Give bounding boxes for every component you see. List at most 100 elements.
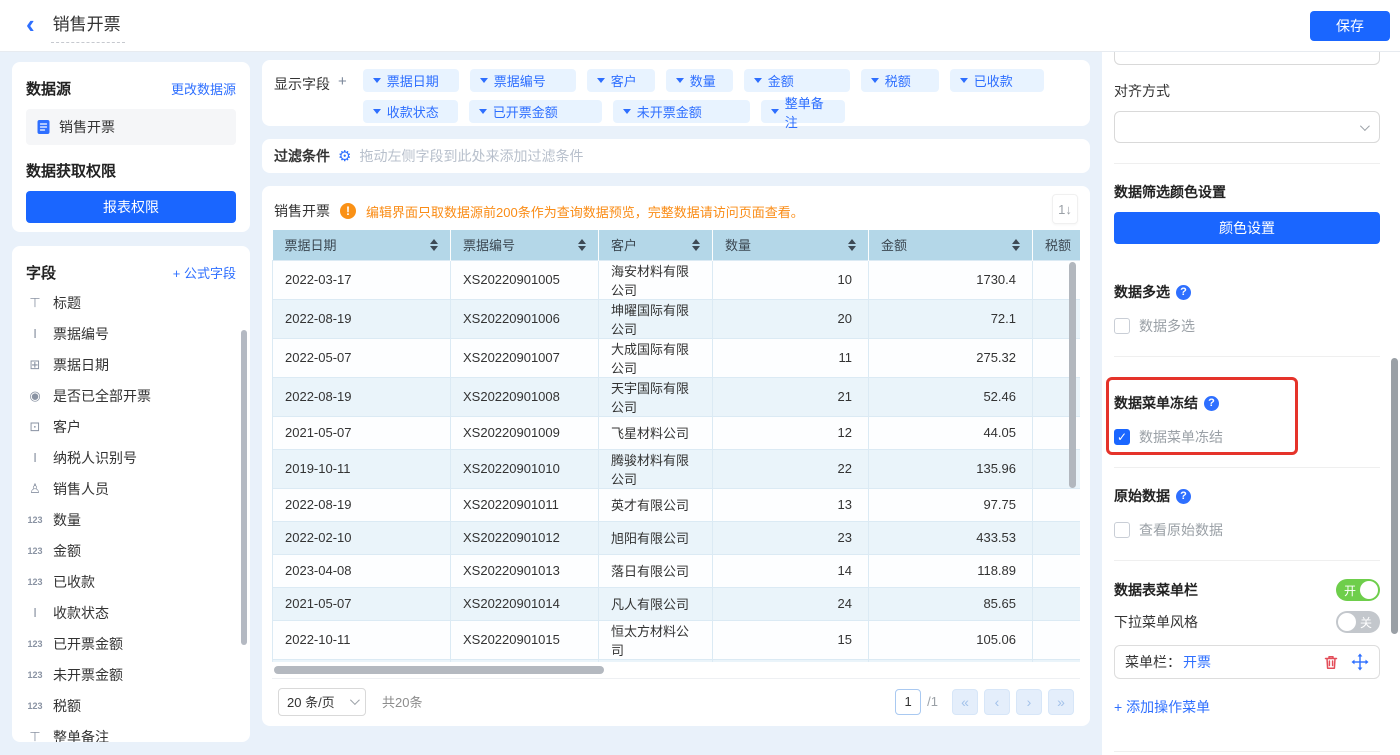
fields-scrollbar[interactable] bbox=[241, 330, 247, 645]
display-field-chip[interactable]: 数量 bbox=[666, 69, 733, 92]
multi-select-checkbox[interactable] bbox=[1114, 318, 1130, 334]
display-field-chip[interactable]: 整单备注 bbox=[761, 100, 845, 123]
field-item[interactable]: ⊞票据日期 bbox=[26, 349, 236, 380]
table-row[interactable]: 2019-10-11XS20220901010腾骏材料有限公司22135.96 bbox=[273, 449, 1081, 488]
last-page-button[interactable]: » bbox=[1048, 689, 1074, 715]
report-permission-button[interactable]: 报表权限 bbox=[26, 191, 236, 223]
first-page-button[interactable]: « bbox=[952, 689, 978, 715]
help-icon[interactable]: ? bbox=[1204, 396, 1219, 411]
sort-arrows-icon[interactable] bbox=[692, 239, 700, 251]
trash-icon[interactable] bbox=[1323, 654, 1339, 671]
table-cell bbox=[1033, 554, 1081, 587]
display-field-chip[interactable]: 税额 bbox=[861, 69, 939, 92]
color-settings-button[interactable]: 颜色设置 bbox=[1114, 212, 1380, 244]
table-row[interactable]: 2022-08-19XS20220901016新昌环保公司255909.63 bbox=[273, 659, 1081, 662]
dropdown-style-toggle[interactable]: 关 bbox=[1336, 611, 1380, 633]
add-action-menu-link[interactable]: + 添加操作菜单 bbox=[1114, 697, 1380, 717]
add-formula-field-link[interactable]: + 公式字段 bbox=[173, 263, 236, 282]
current-page-input[interactable]: 1 bbox=[895, 689, 921, 715]
sort-arrows-icon[interactable] bbox=[578, 239, 586, 251]
panel-scrollbar[interactable] bbox=[1391, 358, 1398, 634]
menubar-item[interactable]: 菜单栏： 开票 bbox=[1114, 645, 1380, 679]
display-field-chip-label: 未开票金额 bbox=[637, 102, 702, 121]
menu-freeze-section: 数据菜单冻结 ? ✓ 数据菜单冻结 bbox=[1114, 377, 1380, 447]
sort-arrows-icon[interactable] bbox=[430, 239, 438, 251]
save-button[interactable]: 保存 bbox=[1310, 11, 1390, 41]
raw-data-checkbox-row[interactable]: 查看原始数据 bbox=[1114, 520, 1380, 540]
display-field-chip[interactable]: 未开票金额 bbox=[613, 100, 750, 123]
table-row[interactable]: 2022-08-19XS20220901006坤曜国际有限公司2072.1 bbox=[273, 299, 1081, 338]
table-row[interactable]: 2022-05-07XS20220901007大成国际有限公司11275.32 bbox=[273, 338, 1081, 377]
table-row[interactable]: 2022-10-11XS20220901015恒太方材料公司15105.06 bbox=[273, 620, 1081, 659]
field-item[interactable]: ♙销售人员 bbox=[26, 473, 236, 504]
page-size-select[interactable]: 20 条/页 bbox=[278, 688, 366, 716]
menu-freeze-checkbox-row[interactable]: ✓ 数据菜单冻结 bbox=[1114, 427, 1380, 447]
display-field-chip[interactable]: 已收款 bbox=[950, 69, 1044, 92]
table-cell: 2021-05-07 bbox=[273, 416, 451, 449]
next-page-button[interactable]: › bbox=[1016, 689, 1042, 715]
field-item[interactable]: I纳税人识别号 bbox=[26, 442, 236, 473]
field-item[interactable]: 123已收款 bbox=[26, 566, 236, 597]
fields-list: ⊤标题I票据编号⊞票据日期◉是否已全部开票⊡客户I纳税人识别号♙销售人员123数… bbox=[26, 287, 236, 742]
field-item[interactable]: 123未开票金额 bbox=[26, 659, 236, 690]
clipped-setting-input[interactable] bbox=[1114, 52, 1380, 65]
table-cell: XS20220901009 bbox=[451, 416, 599, 449]
number-icon: 123 bbox=[26, 577, 44, 587]
sort-order-icon[interactable]: 1↓ bbox=[1052, 194, 1078, 224]
help-icon[interactable]: ? bbox=[1176, 285, 1191, 300]
table-horizontal-scrollbar[interactable] bbox=[274, 666, 604, 674]
sort-arrows-icon[interactable] bbox=[1012, 239, 1020, 251]
dropdown-style-label: 下拉菜单风格 bbox=[1114, 612, 1198, 632]
table-row[interactable]: 2021-05-07XS20220901014凡人有限公司2485.65 bbox=[273, 587, 1081, 620]
table-row[interactable]: 2022-03-17XS20220901005海安材料有限公司101730.4 bbox=[273, 260, 1081, 299]
column-header[interactable]: 票据日期 bbox=[273, 230, 451, 260]
help-icon[interactable]: ? bbox=[1176, 489, 1191, 504]
column-header[interactable]: 金额 bbox=[869, 230, 1033, 260]
gear-icon[interactable]: ⚙ bbox=[338, 147, 351, 165]
preview-warning-text: 编辑界面只取数据源前200条作为查询数据预览，完整数据请访问页面查看。 bbox=[366, 202, 804, 221]
sort-arrows-icon[interactable] bbox=[848, 239, 856, 251]
table-row[interactable]: 2022-02-10XS20220901012旭阳有限公司23433.53 bbox=[273, 521, 1081, 554]
field-item[interactable]: ⊤标题 bbox=[26, 287, 236, 318]
field-item[interactable]: I收款状态 bbox=[26, 597, 236, 628]
raw-data-checkbox[interactable] bbox=[1114, 522, 1130, 538]
field-item[interactable]: I票据编号 bbox=[26, 318, 236, 349]
field-item[interactable]: ⊤整单备注 bbox=[26, 721, 236, 742]
field-item[interactable]: 123税额 bbox=[26, 690, 236, 721]
multi-select-checkbox-row[interactable]: 数据多选 bbox=[1114, 316, 1380, 336]
display-field-chip[interactable]: 已开票金额 bbox=[469, 100, 602, 123]
filter-dropzone-placeholder[interactable]: 拖动左侧字段到此处来添加过滤条件 bbox=[359, 146, 583, 166]
field-item[interactable]: 123数量 bbox=[26, 504, 236, 535]
column-header[interactable]: 票据编号 bbox=[451, 230, 599, 260]
display-field-chip[interactable]: 金额 bbox=[744, 69, 850, 92]
display-field-chip-label: 票据编号 bbox=[494, 71, 546, 90]
field-item[interactable]: 123已开票金额 bbox=[26, 628, 236, 659]
table-row[interactable]: 2022-08-19XS20220901011英才有限公司1397.75 bbox=[273, 488, 1081, 521]
column-header[interactable]: 数量 bbox=[713, 230, 869, 260]
display-field-chip-label: 客户 bbox=[611, 71, 637, 90]
multi-select-title: 数据多选 bbox=[1114, 282, 1170, 302]
table-row[interactable]: 2021-05-07XS20220901009飞星材料公司1244.05 bbox=[273, 416, 1081, 449]
change-datasource-link[interactable]: 更改数据源 bbox=[171, 79, 236, 98]
prev-page-button[interactable]: ‹ bbox=[984, 689, 1010, 715]
field-item[interactable]: 123金额 bbox=[26, 535, 236, 566]
table-menubar-toggle[interactable]: 开 bbox=[1336, 579, 1380, 601]
table-row[interactable]: 2023-04-08XS20220901013落日有限公司14118.89 bbox=[273, 554, 1081, 587]
display-field-chip[interactable]: 票据编号 bbox=[470, 69, 576, 92]
back-icon[interactable]: ‹ bbox=[26, 13, 35, 35]
field-item[interactable]: ⊡客户 bbox=[26, 411, 236, 442]
field-item[interactable]: ◉是否已全部开票 bbox=[26, 380, 236, 411]
alignment-select[interactable] bbox=[1114, 111, 1380, 143]
column-header[interactable]: 客户 bbox=[599, 230, 713, 260]
add-display-field-button[interactable]: + bbox=[338, 73, 347, 117]
display-field-chip[interactable]: 票据日期 bbox=[363, 69, 459, 92]
table-row[interactable]: 2022-08-19XS20220901008天宇国际有限公司2152.46 bbox=[273, 377, 1081, 416]
table-cell: 13 bbox=[713, 488, 869, 521]
table-cell: 135.96 bbox=[869, 449, 1033, 488]
display-field-chip[interactable]: 客户 bbox=[587, 69, 655, 92]
menu-freeze-checkbox[interactable]: ✓ bbox=[1114, 429, 1130, 445]
move-icon[interactable] bbox=[1351, 653, 1369, 671]
datasource-item[interactable]: 销售开票 bbox=[26, 109, 236, 145]
display-field-chip[interactable]: 收款状态 bbox=[363, 100, 458, 123]
table-vertical-scrollbar[interactable] bbox=[1069, 262, 1076, 488]
